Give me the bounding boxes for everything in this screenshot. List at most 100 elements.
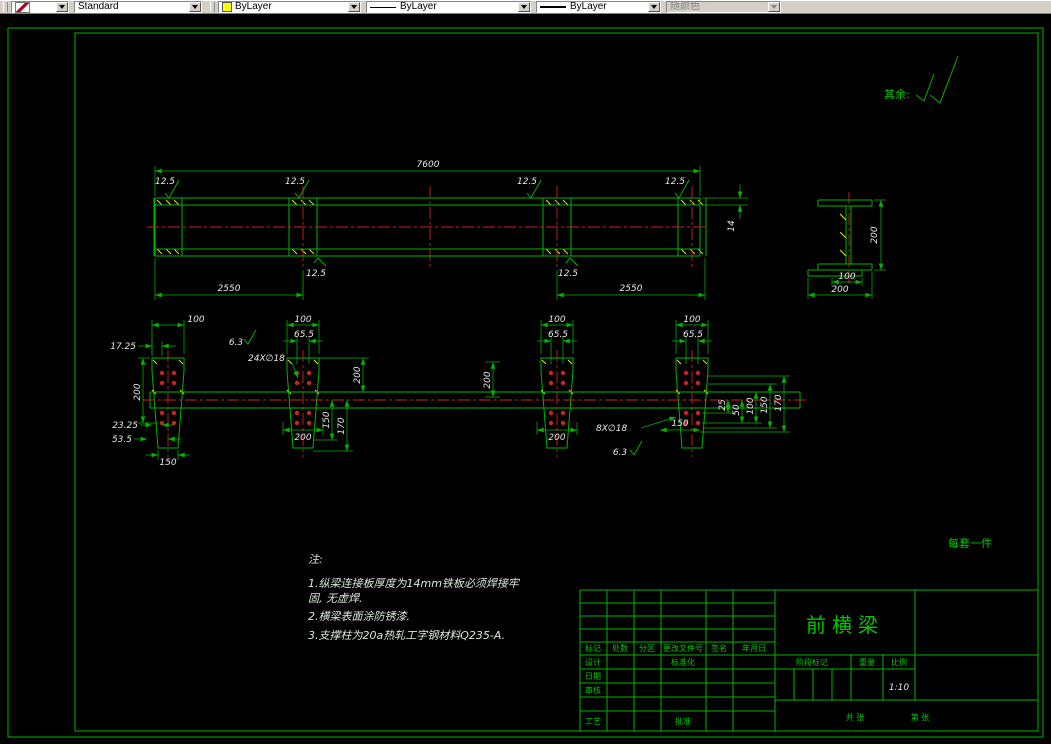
autocad-window: { "toolbar": { "style_value": "Standard"…: [0, 0, 1051, 744]
dim-edge-offset: 17.25: [110, 342, 136, 352]
rev-header: 更改文件号: [663, 643, 703, 653]
label-standard: 标准化: [671, 657, 695, 667]
linetype-control-value: ByLayer: [400, 2, 437, 12]
dim-170: 170: [337, 417, 347, 434]
rev-header: 处数: [612, 643, 628, 653]
dim-left-height: 200: [133, 383, 143, 400]
chevron-down-icon: [771, 5, 777, 9]
color-control-combo[interactable]: ByLayer: [218, 1, 361, 13]
plotstyle-control-value: 随颜色: [670, 2, 700, 12]
roughness-check-icon: [629, 440, 643, 456]
dim-section-inner: 100: [838, 272, 855, 282]
dim-hole-spacing: 65.5: [294, 330, 314, 340]
toolbar-grip[interactable]: [3, 2, 8, 12]
label-approve: 批准: [675, 716, 691, 726]
color-swatch-icon: [222, 2, 232, 12]
per-set-note: 每套一件: [948, 536, 992, 550]
drawing-title: 前横梁: [806, 613, 884, 637]
chevron-down-icon: [192, 5, 198, 9]
linetype-control-combo[interactable]: ByLayer: [366, 1, 531, 13]
dim-roughness-fine: 6.3: [613, 448, 628, 458]
chevron-down-icon: [521, 5, 527, 9]
plotstyle-control-arrow-button: [768, 2, 780, 12]
roughness-check-icon: [929, 55, 959, 104]
text-style-arrow-button[interactable]: [189, 2, 201, 12]
dim-150: 150: [159, 458, 176, 468]
linetype-control-arrow-button[interactable]: [518, 2, 530, 12]
notes-line: 1.纵梁连接板厚度为14mm铁板必须焊接牢: [308, 577, 521, 590]
text-style-combo[interactable]: Standard: [74, 1, 202, 13]
rev-header: 分区: [639, 644, 655, 653]
text-style-value: Standard: [78, 2, 119, 12]
chevron-down-icon: [59, 5, 65, 9]
linetype-line-icon: [370, 6, 396, 8]
dim-plate-top: 100: [548, 315, 565, 325]
label-scale: 比例: [891, 657, 907, 667]
label-weight: 重量: [859, 657, 875, 667]
rev-header: 年月日: [742, 643, 766, 653]
dim-200: 200: [548, 433, 565, 443]
dim-hole-spacing: 65.5: [683, 330, 703, 340]
dim-section-width: 200: [831, 285, 848, 295]
chevron-down-icon: [351, 5, 357, 9]
dim-200: 200: [353, 366, 363, 383]
dim-roughness: 12.5: [517, 177, 537, 187]
dim-200: 200: [483, 371, 493, 388]
label-sheets-total: 共 张: [846, 713, 865, 722]
style-combo-arrow-button[interactable]: [56, 2, 68, 12]
color-control-arrow-button[interactable]: [348, 2, 360, 12]
roughness-check-icon: [565, 257, 579, 267]
label-date: 日期: [585, 672, 601, 681]
notes-block: 注: 1.纵梁连接板厚度为14mm铁板必须焊接牢 固, 无虚焊. 2.横梁表面涂…: [308, 553, 521, 642]
label-process: 工艺: [585, 717, 601, 726]
roughness-check-icon: [313, 257, 327, 267]
dim-roughness-fine: 6.3: [229, 338, 244, 348]
notes-line: 2.横梁表面涂防锈漆.: [308, 610, 410, 623]
lineweight-line-icon: [540, 6, 566, 8]
plotstyle-control-combo: 随颜色: [666, 1, 781, 13]
dim-200: 200: [294, 433, 311, 443]
dim-170: 170: [774, 394, 784, 411]
dim-section-height: 200: [870, 226, 880, 243]
dim-roughness: 12.5: [306, 269, 326, 279]
drawing-canvas[interactable]: 其余: 7600 12.5 12.5 12.5 12.5 12.5 12.5 2…: [0, 14, 1051, 744]
dim-150: 150: [760, 396, 770, 413]
style-preview-icon: [15, 1, 30, 13]
section-view: 200 100 200: [807, 192, 886, 299]
dim-plate-thickness: 14: [727, 220, 737, 232]
roughness-check-icon: [915, 73, 935, 102]
dim-roughness: 12.5: [285, 177, 305, 187]
color-control-value: ByLayer: [235, 2, 272, 12]
rev-header: 签名: [711, 643, 727, 653]
dim-50: 50: [732, 404, 742, 416]
dim-25: 25: [718, 399, 728, 411]
properties-toolbar: Standard ByLayer ByLayer ByLayer 随颜色: [0, 0, 1051, 14]
chevron-down-icon: [651, 5, 657, 9]
dim-span-right: 2550: [620, 284, 643, 294]
surface-note-label: 其余:: [884, 87, 910, 101]
roughness-check-icon: [243, 329, 257, 345]
toolbar-grip[interactable]: [210, 2, 215, 12]
label-stage: 阶段标记: [796, 657, 828, 667]
label-check: 审核: [585, 685, 601, 695]
dim-plate-top: 100: [187, 315, 204, 325]
surface-roughness-note: 其余:: [884, 55, 959, 104]
label-design: 设计: [585, 657, 601, 667]
dim-hole-callout-8: 8X∅18: [596, 424, 627, 434]
front-view: 100 100 100 100 65.5 65.5 65.5 17.25 6.3…: [110, 315, 806, 468]
dim-150: 150: [671, 419, 688, 429]
dim-roughness: 12.5: [558, 269, 578, 279]
rev-header: 标记: [585, 643, 601, 653]
lineweight-control-arrow-button[interactable]: [648, 2, 660, 12]
notes-heading: 注:: [308, 553, 323, 566]
notes-line: 3.支撑柱为20a热轧工字钢材料Q235-A.: [308, 629, 505, 642]
dim-2325: 23.25: [112, 421, 138, 431]
label-sheet-number: 第 张: [911, 712, 930, 722]
style-combo[interactable]: [11, 1, 69, 13]
title-block: 前横梁 标记 处数 分区 更改文件号 签名 年月日 设计 标准化 日期 审核 工…: [579, 589, 1038, 732]
dim-plate-top: 100: [294, 315, 311, 325]
scale-value: 1:10: [889, 683, 909, 693]
dim-hole-spacing: 65.5: [548, 330, 568, 340]
notes-line: 固, 无虚焊.: [308, 592, 363, 605]
lineweight-control-combo[interactable]: ByLayer: [536, 1, 661, 13]
